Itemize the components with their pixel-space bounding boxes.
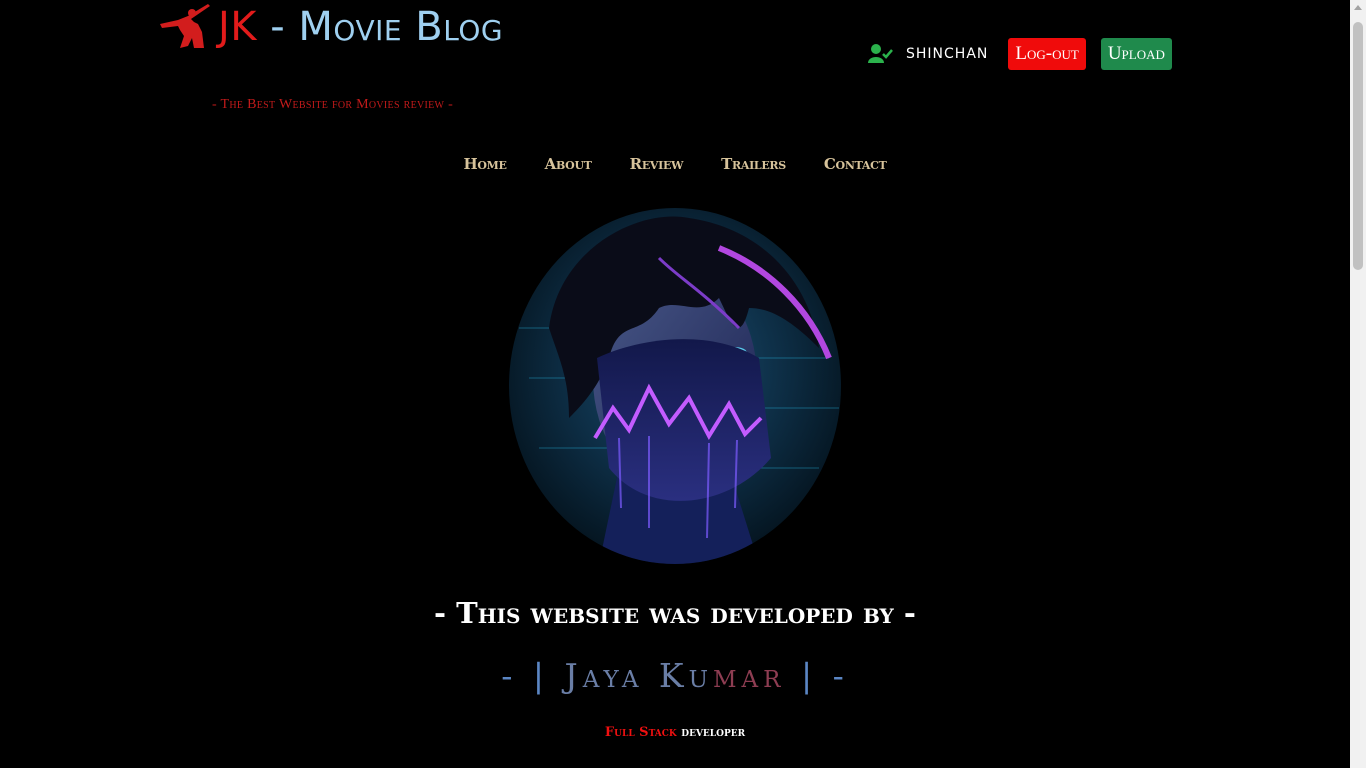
main-nav: Home About Review Trailers Contact (0, 155, 1350, 173)
developer-name: - | Jaya Kumar | - (0, 656, 1350, 695)
developer-avatar (509, 208, 841, 564)
logo-title: Movie Blog (298, 4, 504, 50)
logo-jk: JK (218, 4, 258, 50)
logo-separator: - (257, 4, 299, 50)
developer-role-highlight: Full Stack (604, 725, 677, 740)
nav-contact[interactable]: Contact (824, 155, 887, 173)
nav-home[interactable]: Home (464, 155, 507, 173)
developer-role: Full Stack developer (0, 725, 1350, 740)
user-check-icon (868, 44, 893, 63)
nav-about[interactable]: About (545, 155, 592, 173)
site-logo[interactable]: JK - Movie Blog (158, 2, 503, 52)
nav-review[interactable]: Review (630, 155, 684, 173)
samurai-icon (160, 4, 210, 48)
developer-name-last: mar (712, 656, 786, 695)
developer-name-prefix: - | (501, 656, 550, 695)
developer-name-first: Jaya Ku (564, 656, 713, 695)
developer-role-text: developer (681, 725, 746, 740)
page-scrollbar[interactable] (1350, 0, 1366, 768)
nav-trailers[interactable]: Trailers (721, 155, 786, 173)
upload-button[interactable]: Upload (1100, 38, 1172, 70)
site-title: JK - Movie Blog (218, 2, 503, 52)
user-area: SHINCHAN Log-out Upload (868, 38, 1172, 70)
logout-button[interactable]: Log-out (1008, 38, 1086, 70)
scroll-up-icon[interactable] (1354, 5, 1362, 10)
developer-heading: - This website was developed by - (434, 596, 916, 630)
developer-name-suffix: | - (800, 656, 849, 695)
scrollbar-thumb[interactable] (1353, 22, 1363, 270)
site-tagline: - The Best Website for Movies review - (212, 97, 454, 112)
username: SHINCHAN (906, 46, 989, 62)
